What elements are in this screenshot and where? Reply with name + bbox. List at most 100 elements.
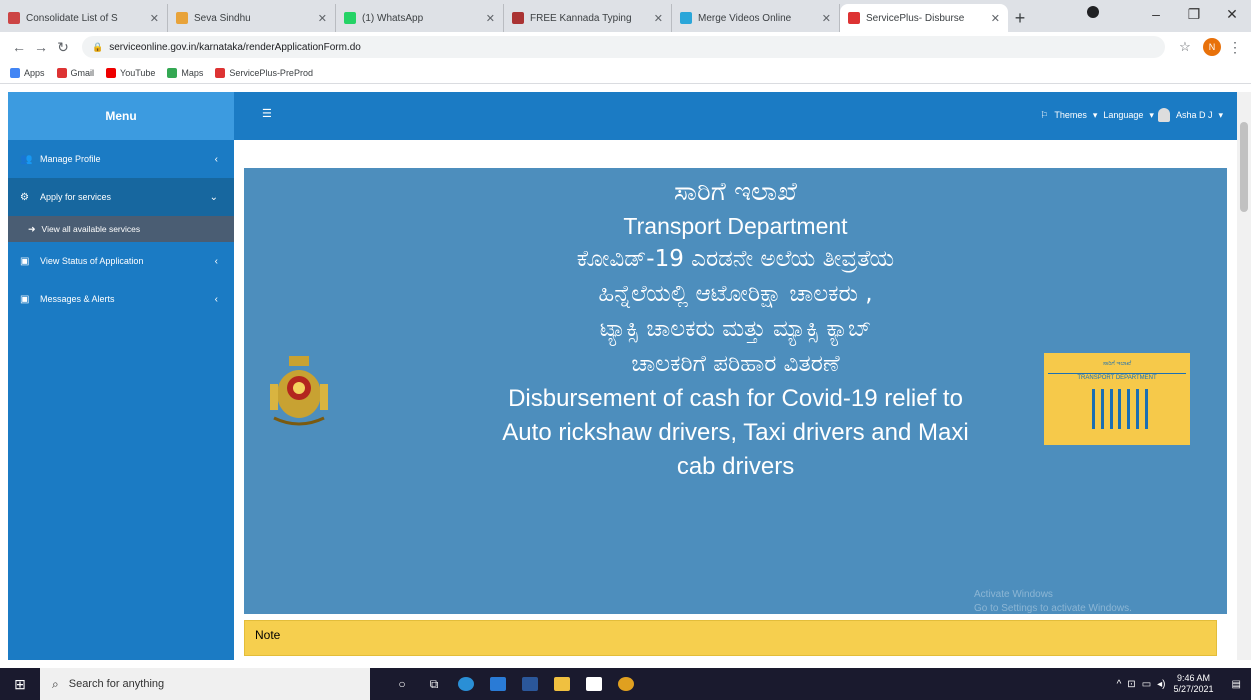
- windows-start-icon[interactable]: ⊞: [0, 668, 40, 700]
- banner-line-kannada: ಟ್ಯಾಕ್ಸಿ ಚಾಲಕರು ಮತ್ತು ಮ್ಯಾಕ್ಸಿ ಕ್ಯಾಬ್: [599, 316, 872, 342]
- sidebar-item-label: Messages & Alerts: [40, 294, 115, 304]
- tab-close-icon[interactable]: ✕: [318, 12, 327, 25]
- banner-title-english: Transport Department: [623, 213, 848, 239]
- submenu-label: View all available services: [41, 224, 141, 234]
- sidebar-item[interactable]: ▣ Messages & Alerts ‹: [8, 280, 234, 318]
- sidebar-item[interactable]: 👥 Manage Profile ‹: [8, 140, 234, 178]
- tab-title: Merge Videos Online: [698, 12, 792, 24]
- tab-title: ServicePlus- Disburse: [866, 12, 965, 24]
- browser-tab[interactable]: Merge Videos Online ✕: [672, 4, 840, 32]
- browser-menu-icon[interactable]: ⋮: [1227, 39, 1243, 56]
- browser-tab[interactable]: ServicePlus- Disburse ✕: [840, 4, 1008, 32]
- user-name-dropdown[interactable]: Asha D J: [1176, 110, 1213, 120]
- page-scrollbar[interactable]: [1237, 92, 1251, 660]
- bookmark-label: Maps: [181, 67, 204, 78]
- list-icon: ▣: [20, 293, 30, 305]
- chevron-up-icon[interactable]: ^: [1117, 679, 1122, 690]
- banner-line-kannada: ಕೋವಿಡ್-19 ಎರಡನೇ ಅಲೆಯ ತೀವ್ರತೆಯ: [576, 246, 895, 272]
- address-text: serviceonline.gov.in/karnataka/renderApp…: [109, 41, 361, 53]
- watermark-line: Go to Settings to activate Windows.: [974, 603, 1132, 614]
- tab-title: FREE Kannada Typing: [530, 12, 632, 24]
- maximize-icon[interactable]: ❐: [1175, 6, 1213, 23]
- task-view-icon[interactable]: ⧉: [418, 668, 450, 700]
- submenu-view-all-services[interactable]: ➜ View all available services: [8, 216, 234, 242]
- chevron-left-icon: ‹: [214, 255, 218, 267]
- mail-icon[interactable]: [482, 668, 514, 700]
- logo-text-kannada: ಸಾರಿಗೆ ಇಲಾಖೆ: [1102, 361, 1132, 367]
- taskbar-search[interactable]: ⌕ Search for anything: [40, 668, 370, 700]
- bookmark-favicon-icon: [167, 67, 178, 78]
- bookmark-favicon-icon: [215, 67, 226, 78]
- themes-dropdown[interactable]: Themes: [1054, 110, 1087, 120]
- browser-tab[interactable]: Seva Sindhu ✕: [168, 4, 336, 32]
- close-window-icon[interactable]: ✕: [1213, 6, 1251, 23]
- browser-tab[interactable]: FREE Kannada Typing ✕: [504, 4, 672, 32]
- logo-text-english: TRANSPORT DEPARTMENT: [1048, 373, 1186, 381]
- network-icon[interactable]: ⊡: [1127, 679, 1135, 690]
- minimize-icon[interactable]: –: [1137, 6, 1175, 22]
- bookmark-item[interactable]: ServicePlus-PreProd: [215, 67, 313, 78]
- language-dropdown[interactable]: Language: [1103, 110, 1143, 120]
- tab-favicon-icon: [680, 12, 692, 24]
- volume-icon[interactable]: ◂): [1157, 679, 1165, 690]
- top-navbar: ☰ ⚐ Themes ▾ Language ▾ Asha D J ▾: [234, 92, 1237, 140]
- cogs-icon: ⚙: [20, 191, 29, 203]
- caret-icon: ▾: [1092, 109, 1098, 120]
- bookmark-label: YouTube: [120, 67, 156, 78]
- caret-icon: ▾: [1149, 109, 1154, 120]
- sidebar-item-label: Apply for services: [40, 192, 112, 202]
- chevron-down-icon: ⌄: [209, 191, 218, 203]
- store-icon[interactable]: [578, 668, 610, 700]
- sidebar-item[interactable]: ▣ View Status of Application ‹: [8, 242, 234, 280]
- browser-tab[interactable]: (1) WhatsApp ✕: [336, 4, 504, 32]
- bookmark-label: Gmail: [70, 67, 95, 78]
- forward-icon[interactable]: →: [30, 39, 52, 55]
- address-bar[interactable]: 🔒 serviceonline.gov.in/karnataka/renderA…: [82, 36, 1165, 58]
- tab-favicon-icon: [344, 12, 356, 24]
- transport-department-logo: ಸಾರಿಗೆ ಇಲಾಖೆ TRANSPORT DEPARTMENT: [1044, 353, 1190, 445]
- tab-title: Seva Sindhu: [194, 12, 251, 24]
- profile-avatar[interactable]: N: [1203, 38, 1221, 56]
- back-icon[interactable]: ←: [8, 39, 30, 55]
- tab-close-icon[interactable]: ✕: [991, 12, 1000, 25]
- tab-close-icon[interactable]: ✕: [654, 12, 663, 25]
- tab-close-icon[interactable]: ✕: [822, 12, 831, 25]
- notifications-icon[interactable]: ▤: [1232, 679, 1241, 690]
- lock-icon: 🔒: [92, 41, 104, 52]
- bookmark-item[interactable]: Apps: [10, 67, 45, 78]
- bookmark-item[interactable]: Gmail: [56, 67, 95, 78]
- cortana-icon[interactable]: ○: [386, 668, 418, 700]
- arrow-circle-icon: ➜: [28, 223, 36, 234]
- clock[interactable]: 9:46 AM 5/27/2021: [1174, 673, 1214, 695]
- tab-title: (1) WhatsApp: [362, 12, 424, 24]
- chrome-icon[interactable]: [610, 668, 642, 700]
- hamburger-icon[interactable]: ☰: [262, 107, 272, 120]
- browser-tab-strip: Consolidate List of S ✕ Seva Sindhu ✕ (1) Wh…: [0, 0, 1251, 32]
- record-icon[interactable]: [1087, 6, 1099, 18]
- chevron-left-icon: ‹: [214, 293, 218, 305]
- reload-icon[interactable]: ↻: [52, 39, 74, 56]
- banner-title-kannada: ಸಾರಿಗೆ ಇಲಾಖೆ: [674, 177, 797, 207]
- battery-icon[interactable]: ▭: [1142, 679, 1151, 690]
- service-banner: ಸಾರಿಗೆ ಇಲಾಖೆ Transport Department ಕೋವಿಡ್…: [244, 168, 1227, 614]
- clock-date: 5/27/2021: [1173, 684, 1214, 694]
- edge-icon[interactable]: [450, 668, 482, 700]
- logo-bars-icon: [1092, 389, 1148, 429]
- bookmark-favicon-icon: [106, 67, 117, 78]
- clock-time: 9:46 AM: [1177, 673, 1211, 683]
- new-tab-icon[interactable]: +: [1008, 4, 1032, 32]
- tab-close-icon[interactable]: ✕: [150, 12, 159, 25]
- files-icon[interactable]: [546, 668, 578, 700]
- word-icon[interactable]: [514, 668, 546, 700]
- tab-title: Consolidate List of S: [26, 12, 118, 24]
- bookmark-star-icon[interactable]: ☆: [1173, 39, 1197, 55]
- bookmark-item[interactable]: Maps: [167, 67, 204, 78]
- scrollbar-thumb[interactable]: [1240, 122, 1248, 212]
- watermark-line: Activate Windows: [974, 589, 1053, 600]
- sidebar-item[interactable]: ⚙ Apply for services ⌄: [8, 178, 234, 216]
- user-icon: [1157, 108, 1170, 122]
- tab-close-icon[interactable]: ✕: [486, 12, 495, 25]
- bookmark-item[interactable]: YouTube: [106, 67, 156, 78]
- browser-tab[interactable]: Consolidate List of S ✕: [0, 4, 168, 32]
- window-controls: – ❐ ✕: [1137, 0, 1251, 28]
